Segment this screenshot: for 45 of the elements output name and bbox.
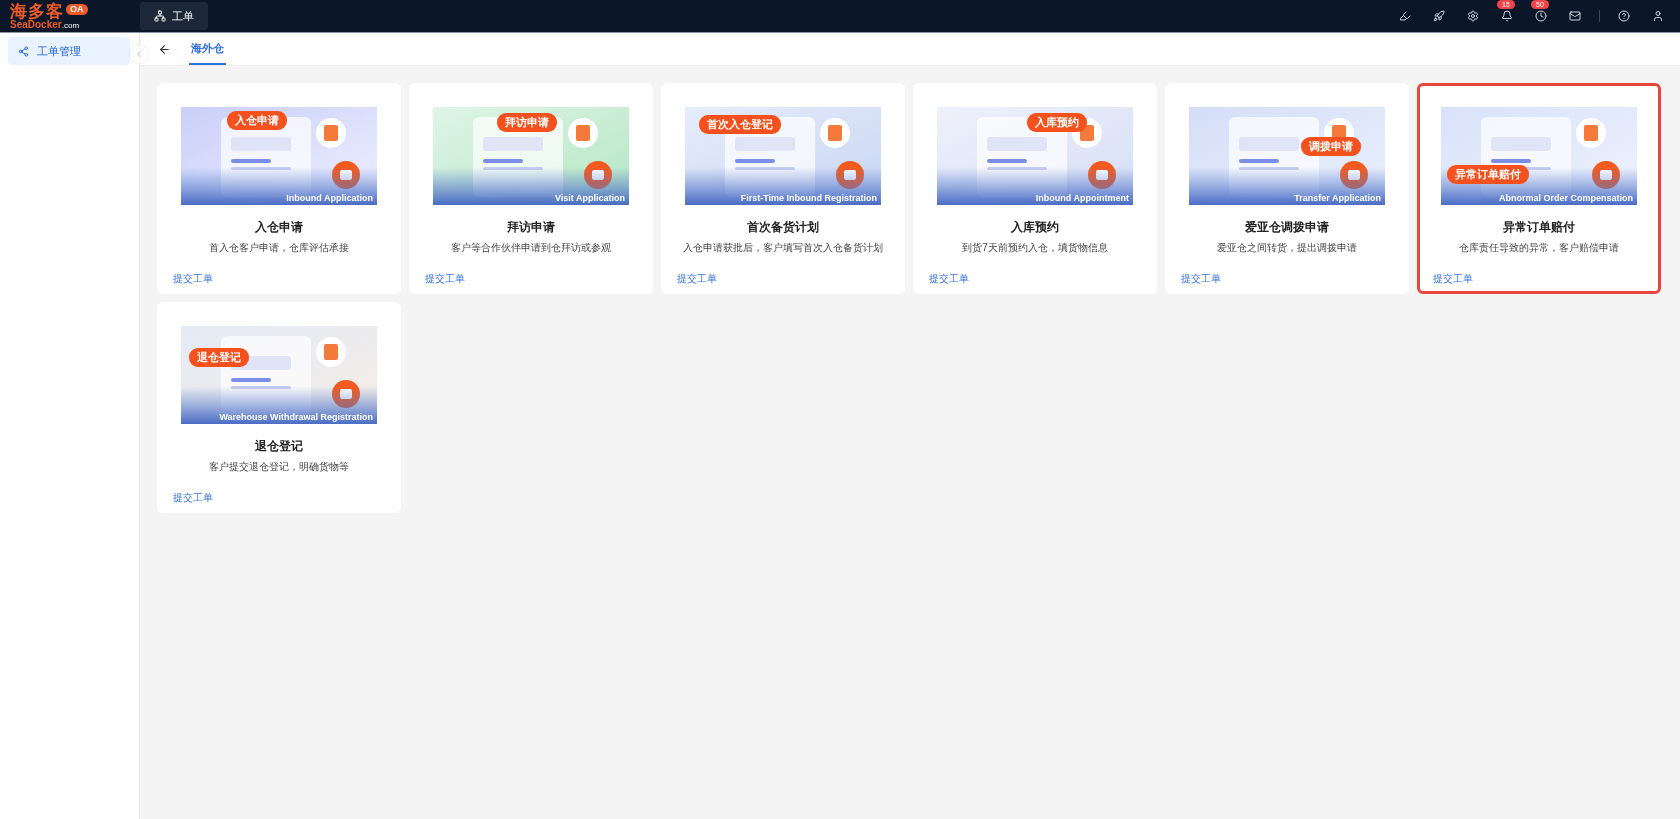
submit-link[interactable]: 提交工单 — [1433, 272, 1473, 286]
banner-tag: 首次入仓登记 — [699, 115, 781, 134]
card-description: 到货7天前预约入仓，填货物信息 — [962, 241, 1108, 255]
banner-tag: 调拨申请 — [1301, 137, 1361, 156]
banner-caption: Abnormal Order Compensation — [1499, 193, 1633, 203]
card-title: 首次备货计划 — [747, 219, 819, 236]
card-description: 客户提交退仓登记，明确货物等 — [209, 460, 349, 474]
banner-caption: Transfer Application — [1294, 193, 1381, 203]
card-description: 入仓申请获批后，客户填写首次入仓备货计划 — [683, 241, 883, 255]
card-title: 异常订单赔付 — [1503, 219, 1575, 236]
logo-subtitle: SeaDocker — [10, 19, 62, 30]
banner-caption: Inbound Application — [286, 193, 373, 203]
banner-caption: Visit Application — [555, 193, 625, 203]
sidebar-item[interactable]: 工单管理 — [8, 37, 130, 65]
logo-name: 海多客 — [10, 2, 64, 20]
banner-tag: 异常订单赔付 — [1447, 165, 1529, 184]
card-description: 首入仓客户申请，仓库评估承接 — [209, 241, 349, 255]
banner-tag: 拜访申请 — [497, 113, 557, 132]
banner-tag: 入库预约 — [1027, 113, 1087, 132]
chevron-left-icon — [134, 49, 144, 59]
network-icon — [154, 10, 166, 22]
card-description: 爱亚仓之间转货，提出调拨申请 — [1217, 241, 1357, 255]
banner-caption: Inbound Appointment — [1035, 193, 1129, 203]
banner-caption: Warehouse Withdrawal Registration — [219, 412, 373, 422]
logo-tag: OA — [66, 3, 88, 15]
submit-link[interactable]: 提交工单 — [425, 272, 465, 286]
share-icon — [18, 45, 29, 57]
card-description: 客户等合作伙伴申请到仓拜访或参观 — [451, 241, 611, 255]
card-description: 仓库责任导致的异常，客户赔偿申请 — [1459, 241, 1619, 255]
card-title: 爱亚仓调拨申请 — [1245, 219, 1329, 236]
submit-link[interactable]: 提交工单 — [677, 272, 717, 286]
card-title: 入仓申请 — [255, 219, 303, 236]
logo-domain: .com — [61, 21, 80, 30]
submit-link[interactable]: 提交工单 — [173, 272, 213, 286]
banner-caption: First-Time Inbound Registration — [740, 193, 877, 203]
banner-tag: 退仓登记 — [189, 348, 249, 367]
submit-link[interactable]: 提交工单 — [173, 491, 213, 505]
submit-link[interactable]: 提交工单 — [1181, 272, 1221, 286]
banner-tag: 入仓申请 — [227, 111, 287, 130]
card-title: 入库预约 — [1011, 219, 1059, 236]
submit-link[interactable]: 提交工单 — [929, 272, 969, 286]
card-title: 退仓登记 — [255, 438, 303, 455]
page-tab[interactable]: 海外仓 — [189, 33, 226, 65]
nav-tab[interactable]: 工单 — [140, 2, 208, 30]
card-title: 拜访申请 — [507, 219, 555, 236]
